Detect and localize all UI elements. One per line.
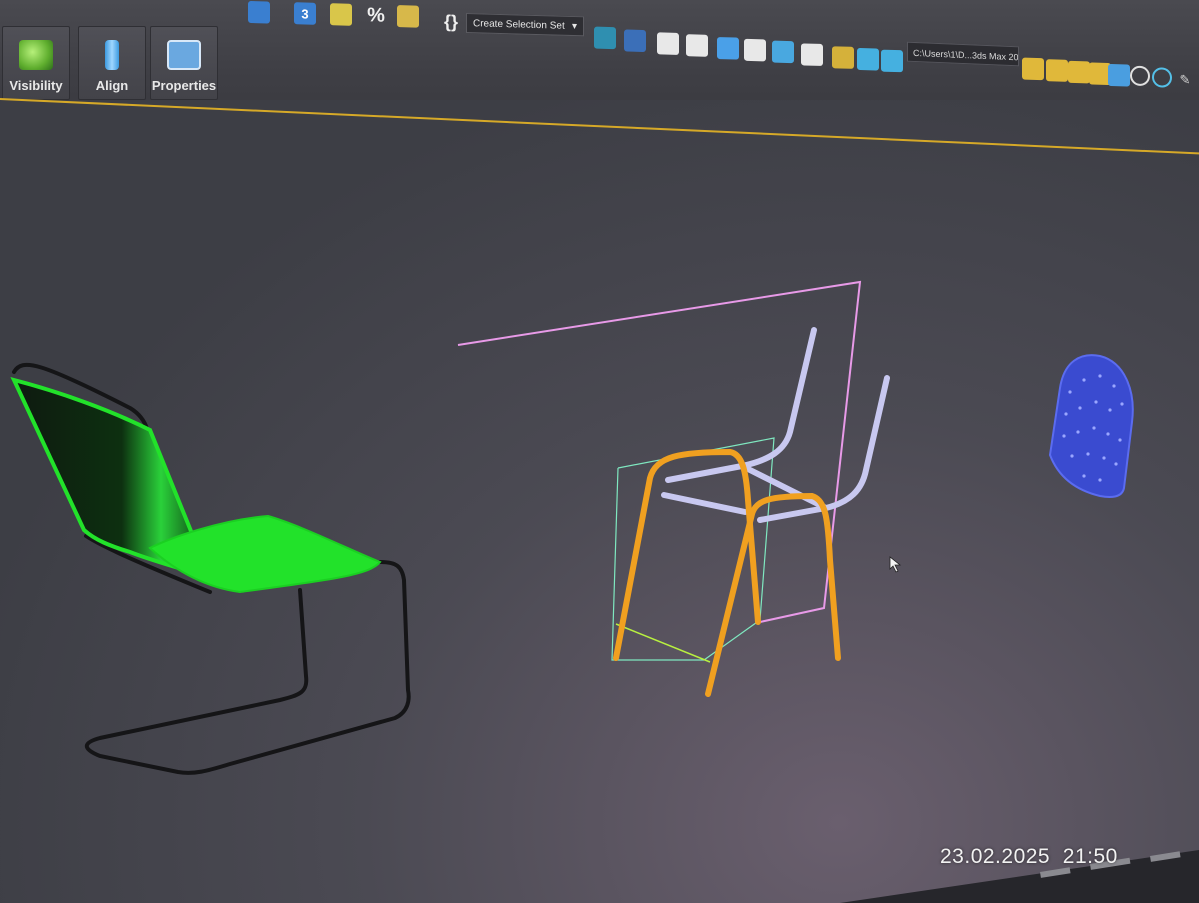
bbox-green-diagonal	[615, 623, 711, 663]
orange-frame-left	[613, 448, 761, 661]
cushion-body	[1048, 354, 1134, 498]
orange-frame-right	[705, 492, 841, 697]
green-cantilever-chair[interactable]	[10, 362, 411, 775]
photo-date: 23.02.2025	[940, 845, 1051, 868]
photo-timestamp: 23.02.2025 21:50	[940, 845, 1118, 869]
blue-cushion[interactable]	[1048, 354, 1134, 498]
mouse-cursor-icon	[889, 556, 902, 573]
selected-tube-chair[interactable]	[457, 280, 890, 697]
viewport-scene[interactable]	[0, 0, 1199, 903]
bbox-pink-top	[457, 280, 862, 623]
photo-time: 21:50	[1062, 845, 1118, 868]
lavender-back-tube-left	[661, 327, 817, 515]
